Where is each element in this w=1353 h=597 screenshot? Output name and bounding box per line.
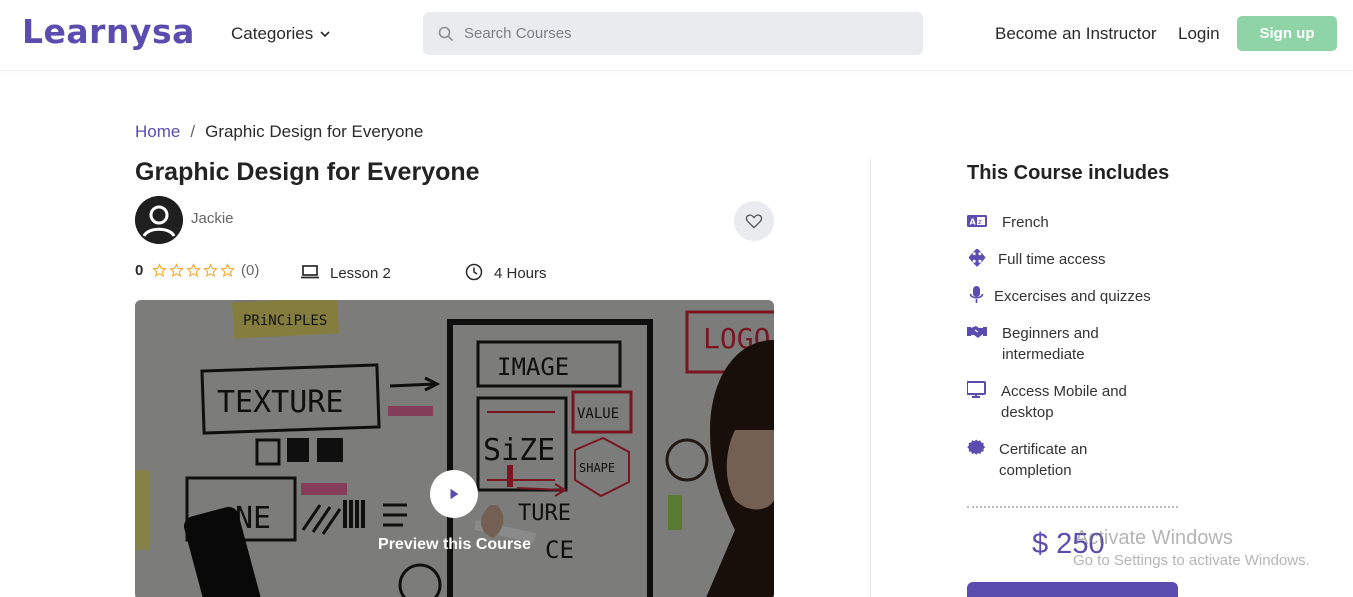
- windows-watermark-subtitle: Go to Settings to activate Windows.: [1073, 552, 1310, 569]
- rating-stars: [152, 263, 235, 278]
- wishlist-button[interactable]: [734, 201, 774, 241]
- breadcrumb: Home / Graphic Design for Everyone: [135, 122, 423, 142]
- include-label: Beginners and intermediate: [1002, 325, 1099, 363]
- move-arrows-icon: [968, 249, 986, 267]
- chevron-down-icon: [320, 31, 330, 38]
- price-divider: [967, 506, 1178, 508]
- star-icon: [152, 263, 167, 277]
- language-icon: Az: [967, 215, 987, 227]
- author-avatar[interactable]: [135, 196, 183, 244]
- handshake-icon: [967, 326, 987, 338]
- svg-text:A: A: [970, 218, 977, 227]
- clock-icon: [465, 263, 483, 281]
- enroll-button[interactable]: [967, 582, 1178, 597]
- search-icon: [438, 26, 454, 41]
- breadcrumb-home[interactable]: Home: [135, 122, 180, 142]
- column-divider: [870, 159, 871, 597]
- play-icon: [450, 488, 459, 500]
- search-bar: [423, 12, 923, 55]
- search-input[interactable]: [464, 25, 884, 42]
- windows-watermark-title: Activate Windows: [1075, 527, 1233, 549]
- star-icon: [186, 263, 201, 277]
- course-title: Graphic Design for Everyone: [135, 158, 480, 186]
- user-avatar-icon: [135, 196, 183, 244]
- star-icon: [169, 263, 184, 277]
- lesson-count: Lesson 2: [330, 265, 391, 282]
- includes-title: This Course includes: [967, 162, 1170, 184]
- include-label: Certificate an completion: [999, 441, 1088, 479]
- course-preview-video[interactable]: PRiNCiPLES TEXTURE NE IMAGE SiZE VALUE S…: [135, 300, 774, 597]
- categories-dropdown[interactable]: Categories: [231, 24, 331, 44]
- desktop-icon: [967, 381, 986, 398]
- rating-count: (0): [241, 262, 260, 279]
- signup-button[interactable]: Sign up: [1237, 16, 1337, 51]
- top-navbar: Learnysa Categories Become an Instructor…: [0, 0, 1353, 71]
- breadcrumb-separator: /: [190, 122, 196, 141]
- breadcrumb-current: Graphic Design for Everyone: [205, 122, 424, 141]
- microphone-icon: [969, 286, 984, 303]
- login-link[interactable]: Login: [1178, 24, 1220, 44]
- certificate-icon: [967, 439, 986, 455]
- include-label: Full time access: [998, 251, 1106, 268]
- course-duration: 4 Hours: [494, 265, 547, 282]
- svg-text:z: z: [978, 218, 982, 226]
- include-label: Access Mobile and desktop: [1001, 383, 1127, 421]
- rating-value: 0: [135, 262, 144, 279]
- become-instructor-link[interactable]: Become an Instructor: [995, 24, 1157, 44]
- star-icon: [203, 263, 218, 277]
- play-button[interactable]: [430, 470, 478, 518]
- categories-label: Categories: [231, 24, 314, 43]
- site-logo[interactable]: Learnysa: [22, 12, 195, 51]
- preview-course-label[interactable]: Preview this Course: [135, 536, 774, 554]
- heart-icon: [745, 214, 763, 229]
- author-name[interactable]: Jackie: [191, 210, 234, 227]
- include-label: French: [1002, 214, 1049, 231]
- include-label: Excercises and quizzes: [994, 288, 1151, 305]
- laptop-icon: [301, 265, 319, 279]
- star-icon: [220, 263, 235, 277]
- course-meta: 0 (0) Lesson 2 4 Hours: [135, 261, 775, 283]
